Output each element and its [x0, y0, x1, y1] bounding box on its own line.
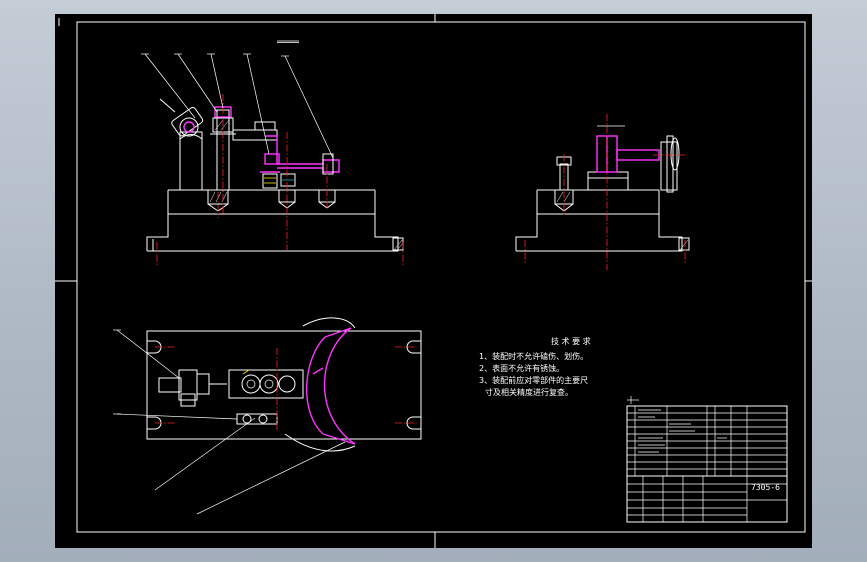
drawing-frame: [55, 14, 812, 548]
front-view: [141, 53, 404, 266]
tech-req-item-3: 3、装配前应对零部件的主要尺: [479, 375, 588, 385]
tech-req-item-4: 寸及相关精度进行复查。: [485, 387, 573, 397]
title-block: 7305-6: [626, 475, 788, 523]
tech-req-item-2: 2、表面不允许有锈蚀。: [479, 363, 564, 373]
tech-req-item-1: 1、装配时不允许磕伤、划伤。: [479, 351, 588, 361]
technical-requirements: 技 术 要 求 1、装配时不允许磕伤、划伤。 2、表面不允许有锈蚀。 3、装配前…: [479, 336, 591, 397]
top-view: [113, 317, 422, 515]
parts-list: [626, 396, 788, 477]
drawing-number: 7305-6: [751, 483, 780, 492]
tech-req-heading: 技 术 要 求: [551, 336, 591, 346]
side-view: [515, 114, 690, 270]
drawing-sheet: 技 术 要 求 1、装配时不允许磕伤、划伤。 2、表面不允许有锈蚀。 3、装配前…: [55, 14, 812, 548]
view-label-front: [277, 40, 299, 43]
